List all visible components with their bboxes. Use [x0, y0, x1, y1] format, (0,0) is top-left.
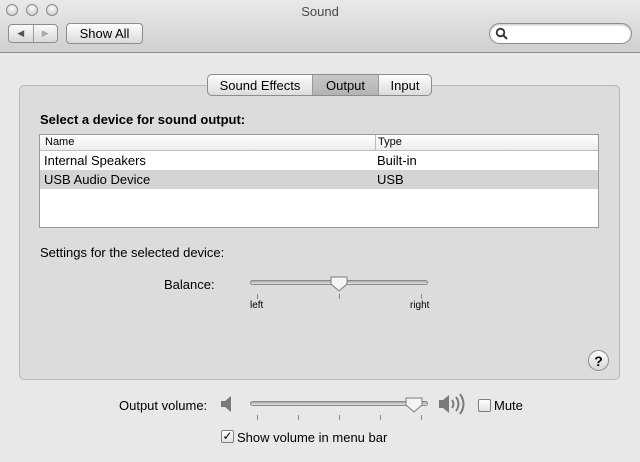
show-volume-in-menu-bar-checkbox[interactable]: ✓ — [221, 430, 234, 443]
speaker-low-icon — [221, 396, 231, 412]
search-field[interactable] — [489, 23, 632, 44]
settings-heading: Settings for the selected device: — [40, 245, 225, 260]
help-button[interactable]: ? — [588, 350, 609, 371]
magnifier-icon — [495, 27, 508, 40]
table-row[interactable]: Internal Speakers Built-in — [40, 151, 598, 170]
device-name: Internal Speakers — [44, 153, 146, 168]
back-arrow-icon[interactable]: ◀ — [9, 25, 33, 42]
balance-left-label: left — [250, 300, 264, 311]
tab-bar: Sound Effects Output Input — [207, 74, 432, 96]
slider-tick — [298, 415, 299, 420]
column-header-type[interactable]: Type — [378, 136, 402, 148]
output-panel — [19, 85, 620, 380]
device-table: Name Type Internal Speakers Built-in USB… — [39, 134, 599, 228]
device-list-heading: Select a device for sound output: — [40, 112, 246, 127]
show-volume-in-menu-bar-label: Show volume in menu bar — [237, 430, 388, 445]
speaker-high-icon — [439, 393, 465, 415]
device-type: USB — [377, 172, 404, 187]
show-all-button[interactable]: Show All — [66, 23, 143, 44]
tab-sound-effects[interactable]: Sound Effects — [208, 75, 312, 95]
balance-right-label: right — [410, 300, 430, 311]
slider-tick — [257, 294, 258, 299]
slider-tick — [421, 415, 422, 420]
output-volume-slider-thumb[interactable] — [405, 397, 423, 413]
table-header: Name Type — [40, 135, 598, 151]
tab-output[interactable]: Output — [312, 75, 378, 95]
slider-tick — [380, 415, 381, 420]
column-header-name[interactable]: Name — [45, 136, 74, 148]
column-divider — [375, 135, 376, 150]
forward-arrow-icon[interactable]: ▶ — [32, 25, 58, 42]
mute-checkbox[interactable] — [478, 399, 491, 412]
mute-label: Mute — [494, 398, 523, 413]
device-type: Built-in — [377, 153, 417, 168]
window-toolbar: Sound ◀ ▶ Show All — [0, 0, 640, 53]
output-volume-label: Output volume: — [119, 398, 208, 413]
balance-label: Balance: — [164, 277, 215, 292]
slider-tick — [421, 294, 422, 299]
slider-tick — [339, 294, 340, 299]
output-volume-slider-track[interactable] — [250, 401, 428, 406]
window-title: Sound — [301, 4, 339, 19]
tab-input[interactable]: Input — [378, 75, 431, 95]
device-name: USB Audio Device — [44, 172, 151, 187]
balance-slider-thumb[interactable] — [330, 276, 348, 292]
slider-tick — [257, 415, 258, 420]
table-row-selected[interactable]: USB Audio Device USB — [40, 170, 598, 189]
slider-tick — [339, 415, 340, 420]
back-forward-control: ◀ ▶ — [8, 24, 58, 43]
